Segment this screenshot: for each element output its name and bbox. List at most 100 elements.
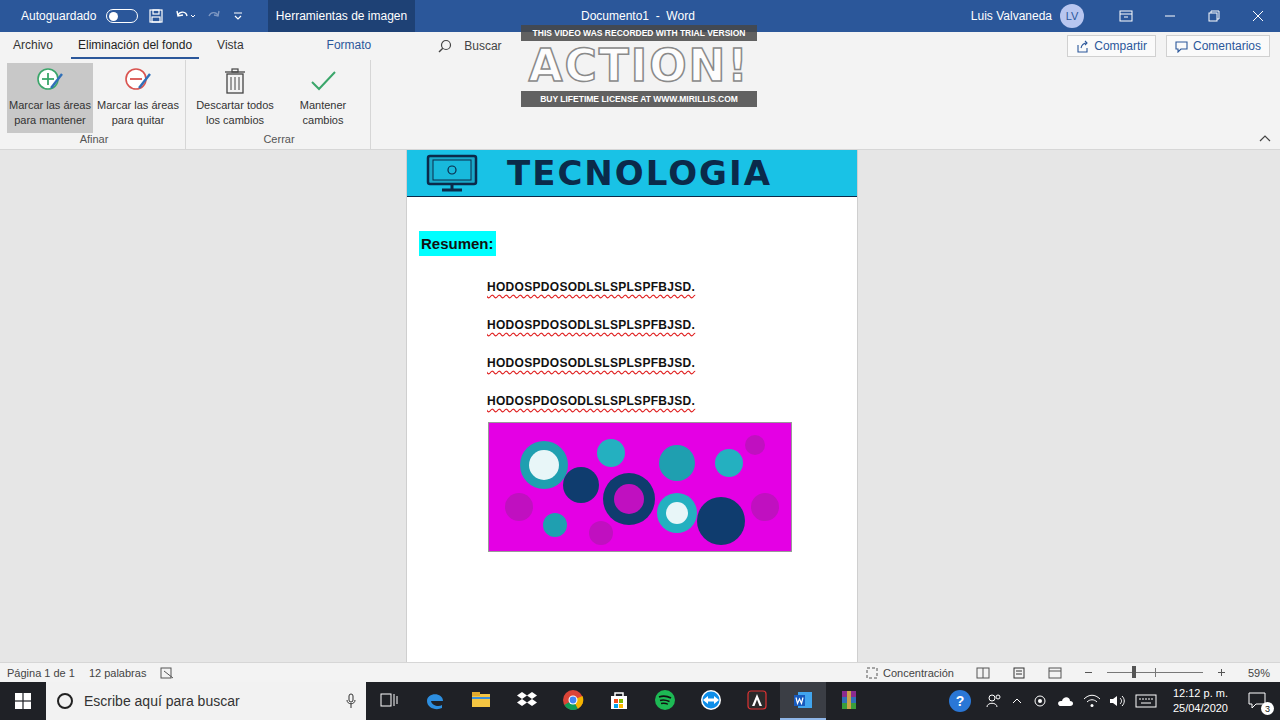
document-page[interactable]: TECNOLOGIAResumen:HODOSPDOSODLSLSPLSPFBJ… [406, 150, 858, 662]
restore-button[interactable] [1192, 0, 1236, 32]
cloud-icon[interactable] [1057, 694, 1075, 708]
zoom-level[interactable]: 59% [1248, 667, 1270, 679]
autosave-label: Autoguardado [21, 9, 96, 23]
user-account[interactable]: Luis Valvaneda LV [971, 4, 1104, 28]
read-mode-icon[interactable] [976, 667, 990, 679]
zoom-in-button[interactable] [1217, 668, 1226, 677]
action-recorder-icon [746, 689, 768, 711]
comments-button[interactable]: Comentarios [1166, 35, 1270, 57]
plus-icon [1217, 668, 1226, 677]
onedrive-icon[interactable] [1031, 694, 1049, 708]
volume-icon[interactable] [1109, 694, 1127, 708]
keyboard-icon[interactable] [1135, 694, 1157, 708]
monitor-icon [425, 153, 479, 193]
mark-keep-icon [35, 66, 65, 96]
focus-mode[interactable]: Concentración [866, 667, 954, 679]
page-count[interactable]: Página 1 de 1 [7, 667, 75, 679]
ribbon-options-button[interactable] [1104, 0, 1148, 32]
word-icon [792, 689, 814, 711]
task-view-icon [379, 690, 399, 710]
winrar-icon [838, 689, 860, 711]
mark-remove-icon [123, 66, 153, 96]
document-area: TECNOLOGIAResumen:HODOSPDOSODLSLSPLSPFBJ… [0, 150, 1280, 662]
save-icon[interactable] [148, 8, 164, 24]
taskbar-app[interactable] [780, 682, 826, 720]
ribbon-spacer [377, 60, 1258, 149]
user-avatar[interactable]: LV [1060, 4, 1084, 28]
chrome-icon [562, 689, 584, 711]
context-tab-label: Herramientas de imagen [268, 0, 415, 32]
taskbar-app[interactable] [412, 682, 458, 720]
ribbon-button[interactable]: Marcar las áreas para quitar [95, 63, 181, 133]
dropbox-icon [516, 689, 538, 711]
taskbar-app[interactable] [550, 682, 596, 720]
group-buttons: Descartar todos los cambiosMantener camb… [192, 63, 366, 133]
search-box[interactable]: Buscar [438, 39, 501, 53]
start-button[interactable] [0, 682, 46, 720]
ribbon-tab[interactable]: Archivo [6, 34, 60, 59]
autosave-toggle[interactable] [106, 9, 138, 23]
focus-icon [866, 667, 878, 679]
share-button[interactable]: Compartir [1067, 35, 1156, 57]
show-hidden-icons-icon[interactable] [1011, 695, 1023, 707]
taskbar-app[interactable] [642, 682, 688, 720]
zoom-out-button[interactable] [1084, 668, 1093, 677]
taskbar-search[interactable]: Escribe aquí para buscar [46, 682, 366, 720]
notifications-button[interactable]: 3 [1236, 682, 1280, 720]
edge-icon [424, 689, 446, 711]
cortana-icon [56, 692, 74, 710]
undo-icon[interactable] [174, 8, 196, 24]
zoom-center-mark [1155, 668, 1156, 677]
microphone-icon[interactable] [346, 693, 356, 709]
tech-picture[interactable] [488, 422, 792, 552]
people-icon[interactable] [985, 692, 1003, 710]
ribbon-button[interactable]: Descartar todos los cambios [192, 63, 278, 133]
redo-icon [206, 8, 222, 24]
watermark-top-text: THIS VIDEO WAS RECORDED WITH TRIAL VERSI… [521, 25, 757, 41]
taskbar-app[interactable] [366, 682, 412, 720]
trash-icon [220, 66, 250, 96]
zoom-thumb[interactable] [1132, 666, 1136, 678]
document-line: HODOSPDOSODLSLSPLSPFBJSD. [487, 316, 857, 334]
ribbon-tab[interactable]: Vista [210, 34, 250, 59]
taskbar-app[interactable] [596, 682, 642, 720]
taskbar-app[interactable] [734, 682, 780, 720]
ribbon-tab[interactable]: Formato [320, 34, 379, 59]
zoom-slider[interactable] [1107, 672, 1203, 673]
taskbar-app[interactable] [458, 682, 504, 720]
ribbon-tab[interactable]: Eliminación del fondo [71, 34, 199, 59]
window-title: Documento1 - Word [415, 9, 971, 23]
taskbar-app[interactable] [504, 682, 550, 720]
wifi-icon[interactable] [1083, 694, 1101, 708]
ribbon-button-label: Mantener cambios [282, 98, 364, 128]
ribbon-options-icon [1119, 10, 1133, 22]
clock-time: 12:12 p. m. [1173, 686, 1228, 701]
ribbon-button[interactable]: Marcar las áreas para mantener [7, 63, 93, 133]
notification-count: 3 [1261, 702, 1274, 715]
header-band: TECNOLOGIA [407, 150, 857, 197]
taskbar-app[interactable] [826, 682, 872, 720]
word-window: Autoguardado Herramientas de imagenDocume… [0, 0, 1280, 720]
user-name: Luis Valvaneda [971, 9, 1052, 23]
minimize-button[interactable] [1148, 0, 1192, 32]
customize-icon[interactable] [232, 8, 244, 24]
ribbon-group-label: Afinar [7, 133, 181, 147]
help-button[interactable]: ? [949, 690, 971, 712]
clock[interactable]: 12:12 p. m.25/04/2020 [1165, 682, 1236, 720]
close-button[interactable] [1236, 0, 1280, 32]
ribbon-button-label: Descartar todos los cambios [194, 98, 276, 128]
ribbon-group: Descartar todos los cambiosMantener camb… [192, 60, 371, 149]
ribbon-button[interactable]: Mantener cambios [280, 63, 366, 133]
store-icon [608, 689, 630, 711]
toggle-knob [109, 12, 118, 21]
proofing-icon[interactable] [160, 667, 174, 679]
collapse-ribbon-icon[interactable] [1258, 133, 1272, 143]
taskbar-search-placeholder: Escribe aquí para buscar [84, 693, 240, 709]
web-layout-icon[interactable] [1048, 667, 1062, 679]
taskbar-app[interactable] [688, 682, 734, 720]
print-layout-icon[interactable] [1012, 667, 1026, 679]
word-count[interactable]: 12 palabras [89, 667, 147, 679]
quick-access-toolbar: Autoguardado [0, 8, 268, 24]
recorder-watermark: THIS VIDEO WAS RECORDED WITH TRIAL VERSI… [521, 25, 757, 107]
ribbon-tabs: Archivo Eliminación del fondo Vista Formato… [0, 32, 1280, 60]
